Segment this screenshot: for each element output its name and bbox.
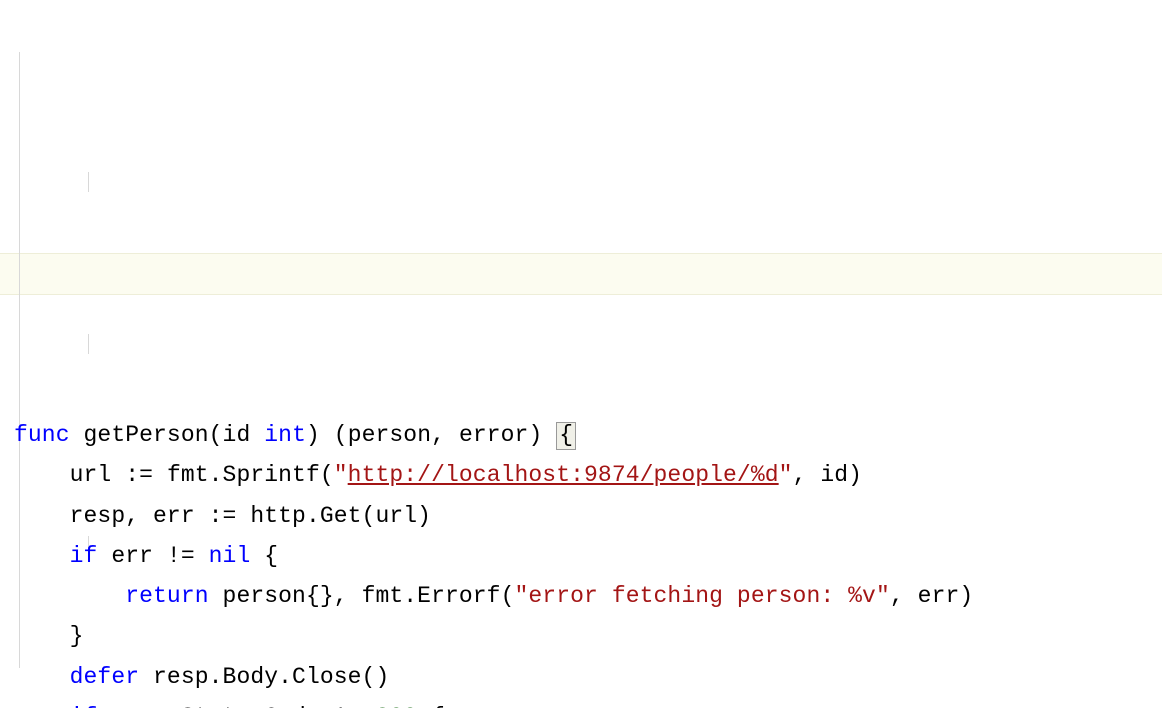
var-url: url xyxy=(70,462,112,488)
paren-open: ( xyxy=(334,422,348,448)
indent-guide-inner xyxy=(88,172,89,192)
keyword-int: int xyxy=(264,422,306,448)
function-name: getPerson xyxy=(84,422,209,448)
keyword-if: if xyxy=(70,543,98,569)
code-editor[interactable]: func getPerson(id int) (person, error) {… xyxy=(0,0,1162,708)
keyword-return: return xyxy=(125,583,208,609)
number-literal: 200 xyxy=(375,704,417,708)
paren-open: ( xyxy=(209,422,223,448)
indent-guide-inner xyxy=(88,334,89,354)
keyword-nil: nil xyxy=(209,543,251,569)
keyword-func: func xyxy=(14,422,70,448)
brace-close: } xyxy=(70,623,84,649)
code-content: func getPerson(id int) (person, error) {… xyxy=(14,415,1162,708)
paren-close: ) xyxy=(528,422,542,448)
keyword-defer: defer xyxy=(70,664,140,690)
code-line: resp, err := http.Get(url) xyxy=(70,503,431,529)
string-literal: "error fetching person: %v" xyxy=(515,583,890,609)
matched-brace-open: { xyxy=(556,422,576,450)
param-name: id xyxy=(223,422,251,448)
return-type-1: person xyxy=(348,422,431,448)
url-string-literal: http://localhost:9874/people/%d xyxy=(348,462,779,488)
paren-close: ) xyxy=(306,422,320,448)
keyword-if: if xyxy=(70,704,98,708)
current-line-highlight xyxy=(0,253,1162,295)
return-type-2: error xyxy=(459,422,529,448)
